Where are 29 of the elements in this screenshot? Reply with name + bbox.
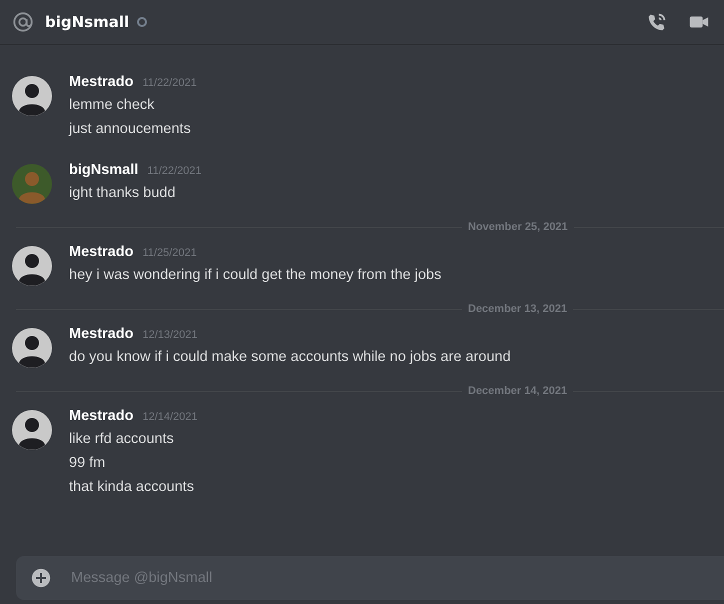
author-name[interactable]: Mestrado <box>69 408 134 424</box>
timestamp: 11/25/2021 <box>142 247 197 259</box>
avatar[interactable] <box>12 410 52 450</box>
message-text: 99 fm <box>69 454 106 473</box>
author-name[interactable]: bigNsmall <box>69 162 138 178</box>
message-text: ight thanks budd <box>69 184 176 203</box>
date-divider: November 25, 2021 <box>467 221 569 233</box>
date-divider: December 13, 2021 <box>467 303 568 315</box>
timestamp: 12/13/2021 <box>142 329 198 341</box>
add-icon[interactable] <box>31 568 51 588</box>
avatar[interactable] <box>12 76 52 116</box>
phone-call-icon[interactable] <box>646 11 668 33</box>
message-text: do you know if i could make some accounts while no jobs are around <box>69 348 511 367</box>
message-text: like rfd accounts <box>69 430 175 449</box>
timestamp: 11/22/2021 <box>147 165 202 177</box>
timestamp: 11/22/2021 <box>142 77 197 89</box>
date-divider: December 14, 2021 <box>467 385 568 397</box>
author-name[interactable]: Mestrado <box>69 244 134 260</box>
timestamp: 12/14/2021 <box>142 411 198 423</box>
message-text: hey i was wondering if i could get the money from the jobs <box>69 266 442 285</box>
avatar[interactable] <box>12 246 52 286</box>
author-name[interactable]: Mestrado <box>69 74 134 90</box>
at-sign-icon <box>12 11 34 33</box>
avatar[interactable] <box>12 328 52 368</box>
message-text: lemme check <box>69 96 156 115</box>
author-name[interactable]: Mestrado <box>69 326 134 342</box>
message-text: just annoucements <box>69 120 192 139</box>
channel-title: bigNsmall <box>45 13 130 31</box>
message-text: that kinda accounts <box>69 478 195 497</box>
